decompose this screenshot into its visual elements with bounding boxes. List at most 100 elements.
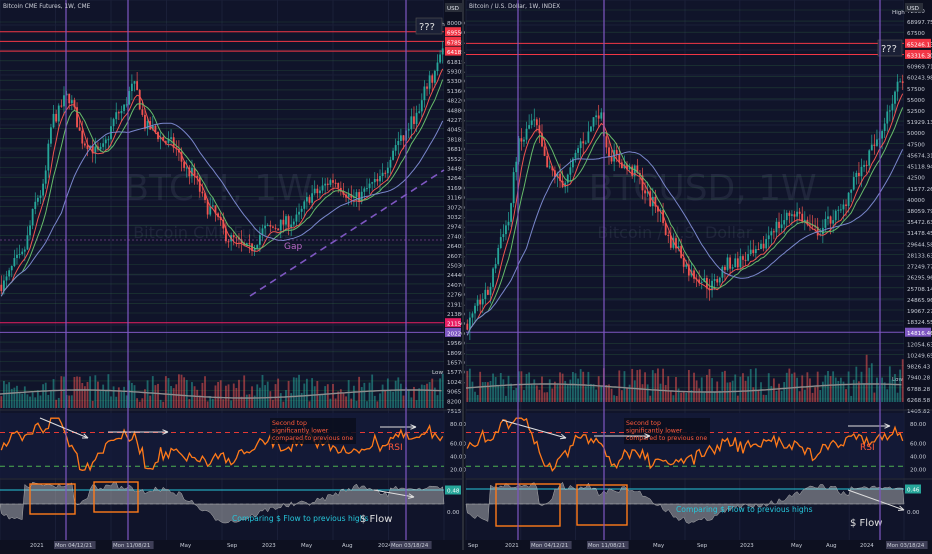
- candle-body: [718, 277, 721, 283]
- volume-bar: [814, 387, 817, 402]
- candle-body: [117, 112, 120, 114]
- candle-body: [316, 188, 319, 194]
- candle-body: [865, 164, 868, 166]
- candle-body: [439, 54, 441, 63]
- candle-body: [274, 227, 277, 229]
- candle-body: [292, 221, 295, 225]
- volume-bar: [525, 373, 528, 402]
- volume-bar: [628, 384, 631, 402]
- volume-bar: [515, 388, 518, 402]
- candle-body: [308, 197, 311, 203]
- volume-bar: [535, 385, 538, 402]
- volume-bar: [770, 386, 773, 402]
- candle-body: [235, 237, 238, 239]
- candle-body: [685, 264, 688, 267]
- volume-bar: [510, 383, 512, 402]
- volume-bar: [796, 377, 798, 402]
- volume-bar: [392, 391, 394, 408]
- price-tick-label: 41577.26: [907, 187, 932, 193]
- candle-body: [512, 172, 515, 204]
- volume-bar: [130, 382, 133, 408]
- candle-body: [50, 127, 52, 144]
- volume-bar: [664, 385, 667, 402]
- candle-body: [608, 147, 610, 157]
- volume-bar: [287, 380, 290, 408]
- candle-body: [21, 251, 24, 254]
- volume-bar: [646, 384, 649, 402]
- candle-body: [749, 249, 752, 255]
- candle-body: [772, 231, 775, 233]
- candle-body: [507, 221, 510, 226]
- volume-bar: [136, 398, 139, 408]
- volume-bar: [662, 368, 665, 402]
- candle-body: [479, 299, 482, 305]
- volume-bar: [883, 382, 886, 402]
- price-tick-label: 9826.43: [907, 365, 931, 371]
- price-tick-label: 31478.45: [907, 231, 932, 237]
- volume-bar: [193, 386, 196, 408]
- price-tick-label: 45674.31: [907, 153, 932, 159]
- price-tick-label: 51929.13: [907, 120, 932, 126]
- volume-bar: [538, 389, 541, 402]
- candle-body: [130, 83, 133, 92]
- volume-bar: [8, 382, 11, 408]
- volume-bar: [91, 400, 94, 408]
- candle-body: [481, 299, 484, 305]
- volume-bar: [290, 393, 293, 408]
- candle-body: [311, 193, 314, 203]
- candle-body: [605, 136, 608, 148]
- candle-body: [569, 167, 572, 175]
- candle-body: [47, 143, 50, 171]
- candle-body: [366, 188, 368, 190]
- candle-body: [577, 148, 579, 153]
- candle-body: [868, 150, 871, 166]
- time-tick-label: Mon 03/18/24: [887, 543, 925, 549]
- price-tick-label: 14816.46: [907, 331, 932, 337]
- candle-body: [870, 144, 873, 151]
- volume-bar: [711, 378, 713, 402]
- volume-bar: [566, 385, 569, 402]
- volume-bar: [373, 395, 376, 408]
- candle-body: [587, 131, 590, 143]
- volume-bar: [641, 384, 644, 402]
- dual-chart-canvas: BTC1!, 1WBitcoin CME Futures800006955067…: [0, 0, 932, 550]
- volume-bar: [324, 386, 327, 408]
- price-tick-label: 28133.63: [907, 253, 932, 259]
- rsi-tick-label: 80.00: [910, 422, 926, 428]
- candle-body: [494, 264, 497, 269]
- candle-body: [266, 224, 269, 226]
- volume-bar: [620, 390, 623, 402]
- candle-body: [824, 218, 827, 228]
- volume-bar: [561, 373, 564, 402]
- candle-body: [107, 139, 110, 141]
- price-tick-label: 68997.75: [907, 20, 932, 26]
- candle-body: [791, 214, 793, 216]
- volume-bar: [26, 394, 29, 408]
- volume-bar: [618, 370, 621, 402]
- time-tick-label: May: [180, 543, 192, 549]
- price-tick-label: 45118.94: [907, 165, 932, 171]
- price-tick-label: 65246.13: [907, 42, 932, 48]
- price-tick-label: 7940.28: [907, 376, 931, 382]
- candle-body: [379, 176, 381, 182]
- volume-bar: [73, 376, 76, 408]
- volume-bar: [86, 382, 89, 408]
- candle-body: [298, 211, 300, 215]
- volume-bar: [497, 384, 500, 402]
- volume-bar: [672, 395, 675, 402]
- time-tick-label: Sep: [227, 543, 238, 549]
- candle-body: [42, 183, 45, 196]
- volume-bar: [196, 389, 199, 408]
- candle-body: [441, 48, 444, 55]
- volume-bar: [326, 384, 329, 408]
- candle-body: [775, 221, 778, 233]
- candle-body: [525, 128, 528, 140]
- volume-bar: [492, 373, 494, 402]
- candle-body: [277, 228, 280, 231]
- volume-bar: [222, 399, 225, 408]
- volume-bar: [34, 397, 37, 408]
- volume-bar: [636, 370, 639, 402]
- volume-bar: [342, 393, 345, 408]
- volume-bar: [368, 382, 371, 408]
- candle-body: [754, 249, 757, 254]
